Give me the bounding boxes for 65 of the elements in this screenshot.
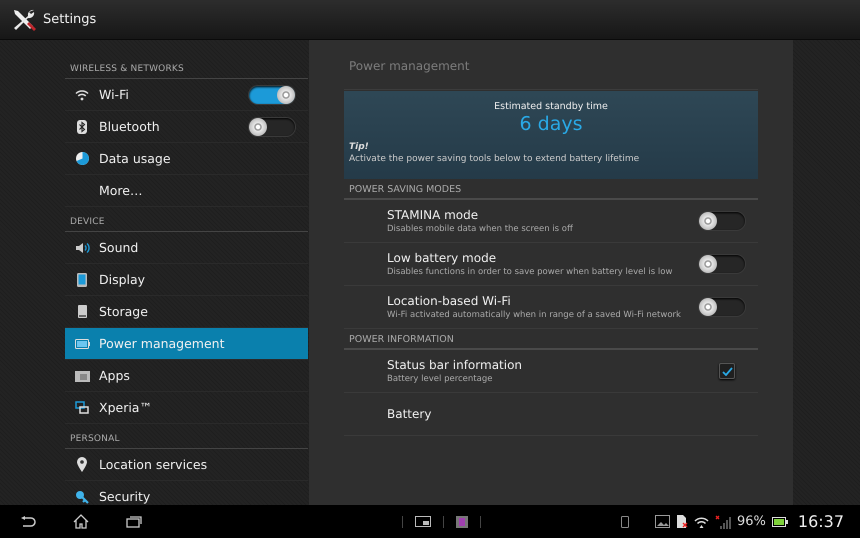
battery-icon	[74, 338, 90, 348]
sidebar-item[interactable]: Wi-Fi	[65, 79, 308, 111]
checkbox[interactable]	[719, 363, 735, 379]
key-icon	[75, 490, 89, 504]
app-title: Settings	[43, 12, 96, 27]
wifi-icon	[694, 516, 709, 528]
setting-title: Battery	[387, 407, 432, 421]
back-icon[interactable]	[20, 516, 36, 528]
standby-label: Estimated standby time	[494, 101, 608, 112]
tablet-icon	[77, 272, 87, 286]
recent-apps-icon[interactable]	[126, 515, 142, 528]
phone-icon	[620, 516, 629, 528]
pie-chart-icon	[74, 151, 90, 166]
sidebar-item[interactable]: More…	[65, 175, 308, 207]
settings-row[interactable]: Battery	[344, 393, 758, 436]
setting-title: Location-based Wi-Fi	[387, 294, 512, 308]
toggle-switch[interactable]	[249, 118, 295, 136]
sidebar-item[interactable]: Sound	[65, 232, 308, 264]
windows-icon	[75, 401, 89, 414]
storage-icon	[78, 305, 86, 318]
toggle-switch[interactable]	[699, 212, 745, 230]
settings-row[interactable]: Location-based Wi-Fi Wi-Fi activated automatically when in range of a saved Wi-Fi network	[344, 286, 758, 329]
folder-icon	[74, 370, 90, 382]
signal-icon	[714, 514, 731, 528]
sidebar-item[interactable]: Xperia™	[65, 392, 308, 424]
section-header: PERSONAL	[69, 433, 121, 446]
standby-value: 6 days	[520, 113, 582, 135]
toggle-switch[interactable]	[699, 298, 745, 316]
speaker-icon	[74, 242, 90, 254]
setting-title: Status bar information	[387, 358, 524, 372]
battery-icon	[772, 516, 788, 526]
settings-row[interactable]: Status bar information Battery level percentage	[344, 350, 758, 393]
setting-title: Low battery mode	[387, 251, 498, 265]
app-icon[interactable]	[456, 516, 468, 528]
setting-title: STAMINA mode	[387, 208, 480, 222]
clock: 16:37	[798, 512, 844, 531]
section-header: POWER INFORMATION	[344, 329, 758, 350]
sidebar-item[interactable]: Display	[65, 264, 308, 296]
tip-text: Activate the power saving tools below to extend battery lifetime	[349, 154, 640, 164]
location-pin-icon	[77, 457, 87, 472]
section-header: DEVICE	[69, 216, 106, 229]
sidebar-item[interactable]: Power management	[65, 328, 308, 360]
setting-summary: Disables functions in order to save power when battery level is low	[387, 267, 674, 277]
sidebar-item[interactable]: Location services	[65, 449, 308, 481]
settings-row[interactable]: STAMINA mode Disables mobile data when the screen is off	[344, 200, 758, 243]
battery-percentage: 96%	[736, 514, 766, 529]
home-icon[interactable]	[73, 514, 89, 529]
sim-card-icon	[676, 515, 688, 528]
image-icon	[654, 515, 670, 528]
setting-summary: Battery level percentage	[387, 374, 494, 384]
sidebar-item[interactable]: Bluetooth	[65, 111, 308, 143]
toggle-switch[interactable]	[249, 86, 295, 104]
section-header: POWER SAVING MODES	[344, 179, 758, 200]
bluetooth-icon	[77, 120, 87, 134]
toggle-switch[interactable]	[699, 255, 745, 273]
setting-summary: Disables mobile data when the screen is off	[387, 224, 574, 234]
setting-summary: Wi-Fi activated automatically when in range of a saved Wi-Fi network	[387, 310, 682, 320]
sidebar-item[interactable]: Data usage	[65, 143, 308, 175]
sidebar-item[interactable]: Apps	[65, 360, 308, 392]
settings-row[interactable]: Low battery mode Disables functions in order to save power when battery level is low	[344, 243, 758, 286]
mini-window-icon[interactable]	[415, 516, 431, 527]
section-header: WIRELESS & NETWORKS	[69, 63, 185, 76]
wifi-icon	[75, 88, 89, 100]
tip-title: Tip!	[349, 142, 369, 152]
page-title: Power management	[344, 40, 758, 90]
